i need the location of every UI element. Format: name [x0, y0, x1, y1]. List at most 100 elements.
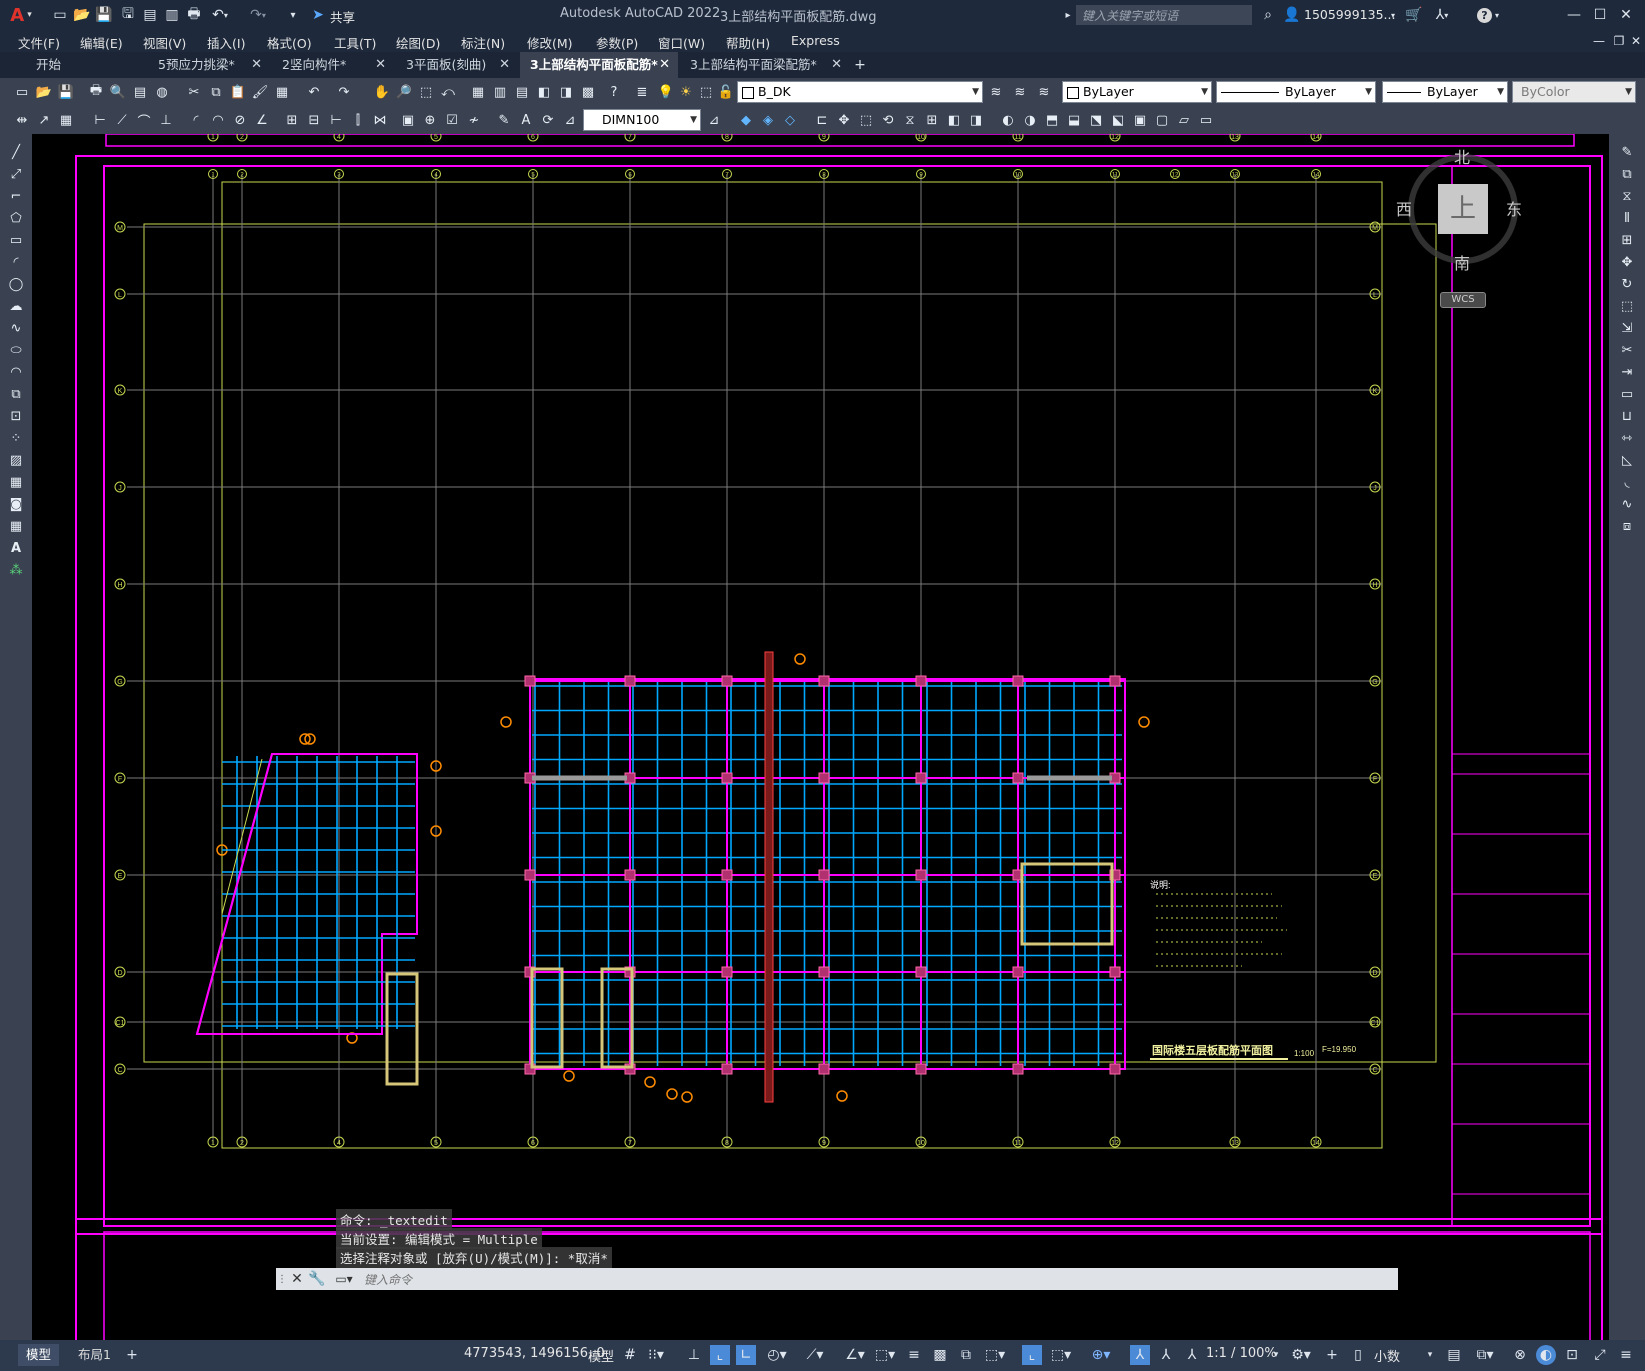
search-expand-icon[interactable]: ▸	[1062, 6, 1074, 24]
jogged-dim-icon[interactable]: ◠	[208, 110, 228, 130]
snap-icon[interactable]: ⁝⁝▾	[644, 1345, 668, 1365]
linear-dim-icon[interactable]: ⊢	[90, 110, 110, 130]
isolate-objects-icon[interactable]: ⊗	[1510, 1345, 1530, 1365]
redo-icon[interactable]: ↷ ▾	[246, 5, 270, 25]
zoom-previous-icon[interactable]: ⤺	[438, 82, 458, 102]
section-icon[interactable]: ◨	[966, 110, 986, 130]
lineweight-icon[interactable]: ≡	[904, 1345, 924, 1365]
tab-layout1[interactable]: 布局1	[72, 1344, 117, 1366]
grid-icon[interactable]: #	[620, 1345, 640, 1365]
isodraft-icon[interactable]: ⟋▾	[800, 1345, 830, 1365]
close-window-icon[interactable]: ✕	[1616, 5, 1636, 25]
open-icon[interactable]: 📂	[34, 82, 54, 102]
command-input[interactable]	[362, 1270, 1386, 1290]
doc-minimize-icon[interactable]: —	[1590, 32, 1608, 50]
search-input[interactable]: 键入关键字或短语	[1076, 5, 1252, 25]
ortho-icon[interactable]: ∟	[736, 1345, 756, 1365]
dynamic-input-icon[interactable]: ⌞	[710, 1345, 730, 1365]
tolerance-icon[interactable]: ▦	[56, 110, 76, 130]
doc-restore-icon[interactable]: ❐	[1610, 32, 1628, 50]
polar-tracking-icon[interactable]: ◴▾	[762, 1345, 792, 1365]
menu-dimension[interactable]: 标注(N)	[461, 33, 505, 52]
menu-file[interactable]: 文件(F)	[18, 33, 60, 52]
break-point-icon[interactable]: ▭	[1617, 384, 1637, 404]
shade-icon[interactable]: ◐	[998, 110, 1018, 130]
sheet-set-icon[interactable]: ◧	[534, 82, 554, 102]
customization-icon[interactable]: ≡	[1616, 1345, 1636, 1365]
quick-dimension-icon[interactable]: ⇹	[12, 110, 32, 130]
layer-previous-icon[interactable]: ≋	[1010, 82, 1030, 102]
close-tab-icon[interactable]: ✕	[831, 52, 842, 78]
baseline-dim-icon[interactable]: ⊟	[304, 110, 324, 130]
search-icon[interactable]: ⌕	[1258, 5, 1278, 25]
stretch-icon[interactable]: ⇲	[1617, 318, 1637, 338]
layer-on-icon[interactable]: 💡	[656, 82, 676, 102]
menu-window[interactable]: 窗口(W)	[658, 33, 705, 52]
gradient-icon[interactable]: ▦	[6, 472, 26, 492]
copy-icon[interactable]: ⧉	[206, 82, 226, 102]
close-tab-icon[interactable]: ✕	[251, 52, 262, 78]
3d-osnap-icon[interactable]: ⬚▾	[980, 1345, 1010, 1365]
dim-style-icon[interactable]: ⊿	[560, 110, 580, 130]
linetype-dropdown[interactable]: ByLayer ▼	[1216, 81, 1376, 103]
clean-screen-icon[interactable]: ⊡	[1562, 1345, 1582, 1365]
autocad-logo-icon[interactable]: A ▾	[4, 4, 38, 26]
zoom-realtime-icon[interactable]: 🔎	[394, 82, 414, 102]
user-icon[interactable]: 👤	[1282, 5, 1302, 25]
selection-filter-icon[interactable]: ⬚▾	[1046, 1345, 1076, 1365]
new-tab-button[interactable]: +	[850, 55, 870, 75]
array-icon[interactable]: ⊞	[1617, 230, 1637, 250]
solid-box-icon[interactable]: ◆	[736, 110, 756, 130]
plot-preview-icon[interactable]: 🔍	[108, 82, 128, 102]
chevron-down-icon[interactable]: ▾	[1424, 1345, 1436, 1365]
cut-icon[interactable]: ✂	[184, 82, 204, 102]
share-icon[interactable]: ➤	[308, 5, 328, 25]
auto-scale-icon[interactable]: ⅄	[1156, 1345, 1176, 1365]
tool-palettes-icon[interactable]: ▤	[512, 82, 532, 102]
layer-viewport-icon[interactable]: ⬚	[696, 82, 716, 102]
tolerance-frame-icon[interactable]: ▣	[398, 110, 418, 130]
extend-icon[interactable]: ⇥	[1617, 362, 1637, 382]
units-value[interactable]: 小数	[1374, 1346, 1400, 1365]
cart-icon[interactable]: 🛒	[1404, 5, 1424, 25]
markup-icon[interactable]: ◨	[556, 82, 576, 102]
annotation-visibility-icon[interactable]: ⅄	[1130, 1345, 1150, 1365]
web-mobile-open-icon[interactable]: ▤	[140, 5, 160, 25]
dim-break-icon[interactable]: ⋈	[370, 110, 390, 130]
layer-dropdown[interactable]: B_DK ▼	[737, 81, 983, 103]
aligned-dim-icon[interactable]: ⟋	[112, 110, 132, 130]
offset-icon[interactable]: ⫴	[1617, 208, 1637, 228]
autodesk-app-icon[interactable]: ⅄ ▾	[1428, 5, 1456, 25]
viewcube-north[interactable]: 北	[1454, 144, 1470, 168]
revolve-icon[interactable]: ⬓	[1064, 110, 1084, 130]
viewcube-top-face[interactable]: 上	[1438, 184, 1488, 234]
menu-parametric[interactable]: 参数(P)	[596, 33, 638, 52]
array-3d-icon[interactable]: ⊞	[922, 110, 942, 130]
solid-union-icon[interactable]: ◈	[758, 110, 778, 130]
coordinate-readout[interactable]: 4773543, 1496156, 0	[464, 1346, 605, 1361]
make-current-layer-icon[interactable]: ≋	[986, 82, 1006, 102]
design-center-icon[interactable]: ◍	[152, 82, 172, 102]
center-mark-icon[interactable]: ⊕	[420, 110, 440, 130]
calculator-icon[interactable]: ▩	[578, 82, 598, 102]
share-button[interactable]: 共享	[330, 7, 355, 26]
object-snap-icon[interactable]: ⬚▾	[870, 1345, 900, 1365]
dimstyle-dropdown[interactable]: DIMN100 ▼	[583, 109, 701, 131]
dynamic-ucs-icon[interactable]: ⌞	[1022, 1345, 1042, 1365]
save-icon[interactable]: 💾	[56, 82, 76, 102]
lineweight-dropdown[interactable]: ByLayer ▼	[1382, 81, 1508, 103]
close-tab-icon[interactable]: ✕	[375, 52, 386, 78]
arc-icon[interactable]: ◜	[6, 252, 26, 272]
recent-commands-icon[interactable]: ▭▾	[330, 1268, 358, 1290]
new-icon[interactable]: ▭	[12, 82, 32, 102]
mirror-icon[interactable]: ⧖	[1617, 186, 1637, 206]
fillet-icon[interactable]: ◟	[1617, 472, 1637, 492]
tab-slab-reinforcement[interactable]: 3上部结构平面板配筋* ✕	[520, 52, 678, 78]
lock-ui-icon[interactable]: ⧉▾	[1470, 1345, 1500, 1365]
transparency-icon[interactable]: ▩	[930, 1345, 950, 1365]
save-as-icon[interactable]: 🖫	[118, 5, 138, 25]
join-icon[interactable]: ⇿	[1617, 428, 1637, 448]
user-dropdown-icon[interactable]: ▾	[1388, 5, 1398, 25]
quick-properties-icon[interactable]: ▤	[1444, 1345, 1464, 1365]
multiline-text-icon[interactable]: A	[6, 538, 26, 558]
